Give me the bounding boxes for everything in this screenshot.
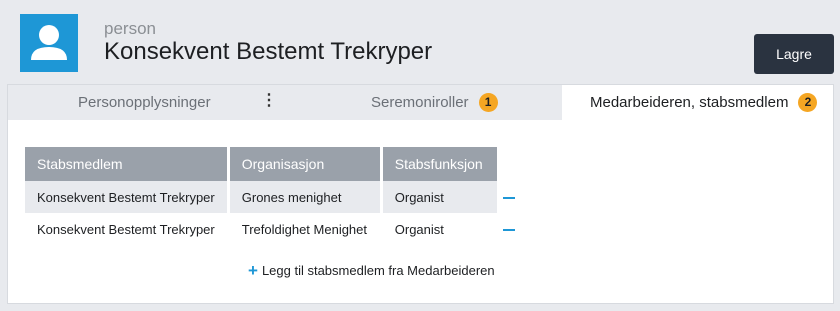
plus-icon: + <box>248 261 258 280</box>
tab-label: Medarbeideren, stabsmedlem <box>590 94 789 111</box>
tab-bar: Personopplysninger ⋮ Seremoniroller 1 Me… <box>8 85 833 120</box>
add-staff-member-link[interactable]: + Legg til stabsmedlem fra Medarbeideren <box>248 261 495 280</box>
main-panel: Personopplysninger ⋮ Seremoniroller 1 Me… <box>7 84 834 304</box>
cell-stabsmedlem: Konsekvent Bestemt Trekryper <box>25 181 230 213</box>
save-button[interactable]: Lagre <box>754 34 834 74</box>
cell-stabsfunksjon: Organist <box>382 181 500 213</box>
tab-personopplysninger[interactable]: Personopplysninger <box>78 85 211 120</box>
column-header-stabsmedlem: Stabsmedlem <box>25 147 230 181</box>
person-avatar-icon <box>20 14 78 72</box>
tab-label: Seremoniroller <box>371 94 469 111</box>
column-header-stabsfunksjon: Stabsfunksjon <box>382 147 500 181</box>
add-link-label: Legg til stabsmedlem fra Medarbeideren <box>261 263 495 278</box>
count-badge: 1 <box>478 93 498 112</box>
remove-row-button[interactable] <box>502 229 515 232</box>
cell-organisasjon: Grones menighet <box>229 181 383 213</box>
cell-stabsfunksjon: Organist <box>383 213 500 245</box>
remove-row-button[interactable] <box>502 197 515 200</box>
tab-seremoniroller[interactable]: Seremoniroller 1 <box>371 85 498 120</box>
table-header-row: Stabsmedlem Organisasjon Stabsfunksjon <box>25 147 515 181</box>
remove-row-cell <box>500 213 515 245</box>
count-badge: 2 <box>798 93 818 112</box>
column-header-organisasjon: Organisasjon <box>229 147 383 181</box>
staff-table: Stabsmedlem Organisasjon Stabsfunksjon K… <box>25 147 515 245</box>
remove-row-cell <box>500 181 515 213</box>
table-row: Konsekvent Bestemt Trekryper Grones meni… <box>25 181 515 213</box>
tab-label: Personopplysninger <box>78 94 211 111</box>
page-title: Konsekvent Bestemt Trekryper <box>104 38 433 65</box>
table-row: Konsekvent Bestemt Trekryper Trefoldighe… <box>25 213 515 245</box>
page-subtitle: person <box>104 19 156 38</box>
cell-organisasjon: Trefoldighet Menighet <box>230 213 383 245</box>
more-options-icon[interactable]: ⋮ <box>261 93 277 109</box>
tab-medarbeideren-stabsmedlem[interactable]: Medarbeideren, stabsmedlem 2 <box>562 85 833 120</box>
cell-stabsmedlem: Konsekvent Bestemt Trekryper <box>25 213 230 245</box>
